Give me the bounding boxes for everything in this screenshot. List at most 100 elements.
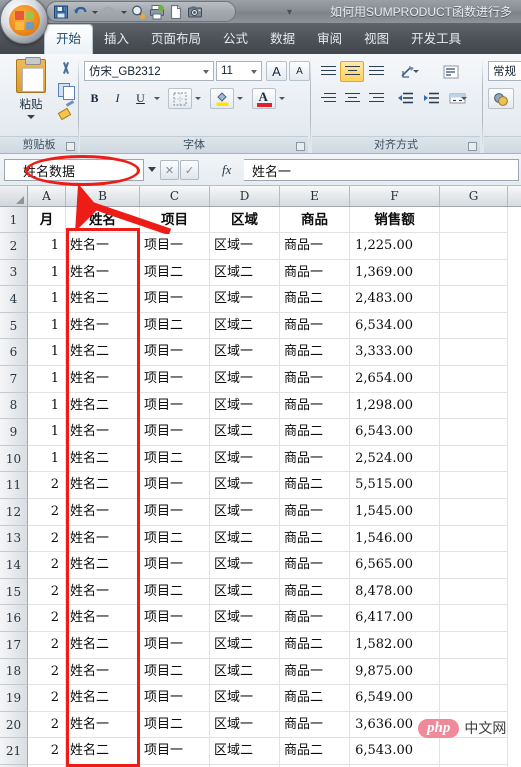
cell-a17[interactable]: 2 <box>28 632 66 659</box>
cell-a12[interactable]: 2 <box>28 499 66 526</box>
cell-g3[interactable] <box>440 259 508 287</box>
cell-b18[interactable]: 姓名一 <box>66 658 140 686</box>
cell-e15[interactable]: 商品二 <box>280 578 350 606</box>
row-header-18[interactable]: 18 <box>0 658 28 686</box>
cell-g5[interactable] <box>440 312 508 340</box>
cell-b3[interactable]: 姓名一 <box>66 259 140 287</box>
cell-g9[interactable] <box>440 419 508 446</box>
tab-developer[interactable]: 开发工具 <box>400 24 472 54</box>
cell-a20[interactable]: 2 <box>28 711 66 739</box>
cell-d5[interactable]: 区域二 <box>210 312 280 340</box>
cell-e14[interactable]: 商品一 <box>280 552 350 579</box>
grow-font-button[interactable]: A <box>266 61 287 81</box>
cell-b13[interactable]: 姓名一 <box>66 525 140 553</box>
cell-d21[interactable]: 区域二 <box>210 738 280 765</box>
row-header-1[interactable]: 1 <box>0 207 28 233</box>
row-header-17[interactable]: 17 <box>0 632 28 659</box>
cell-e13[interactable]: 商品二 <box>280 525 350 553</box>
cell-d16[interactable]: 区域一 <box>210 605 280 632</box>
cell-g21[interactable] <box>440 738 508 765</box>
cell-f10[interactable]: 2,524.00 <box>350 445 440 473</box>
cell-g19[interactable] <box>440 685 508 712</box>
cell-d1[interactable]: 区域 <box>210 207 280 233</box>
column-header-c[interactable]: C <box>140 186 210 206</box>
cut-icon[interactable] <box>58 61 75 78</box>
accounting-format-button[interactable] <box>488 88 514 109</box>
cell-c5[interactable]: 项目二 <box>140 312 210 340</box>
cell-d8[interactable]: 区域一 <box>210 392 280 420</box>
customize-qat-icon[interactable]: ▾ <box>287 7 292 18</box>
cell-f1[interactable]: 销售额 <box>350 207 440 233</box>
tab-page-layout[interactable]: 页面布局 <box>140 24 212 54</box>
number-format-field[interactable]: 常规 <box>488 61 521 81</box>
cell-a16[interactable]: 2 <box>28 605 66 632</box>
cell-e11[interactable]: 商品二 <box>280 472 350 499</box>
cell-f14[interactable]: 6,565.00 <box>350 552 440 579</box>
cell-a2[interactable]: 1 <box>28 233 66 260</box>
cell-e7[interactable]: 商品一 <box>280 366 350 393</box>
cell-g14[interactable] <box>440 552 508 579</box>
cell-g7[interactable] <box>440 366 508 393</box>
cell-a5[interactable]: 1 <box>28 312 66 340</box>
cell-f19[interactable]: 6,549.00 <box>350 685 440 712</box>
cell-e5[interactable]: 商品一 <box>280 312 350 340</box>
merge-center-button[interactable] <box>444 88 470 109</box>
cell-e8[interactable]: 商品一 <box>280 392 350 420</box>
decrease-indent-button[interactable] <box>392 88 418 109</box>
tab-view[interactable]: 视图 <box>353 24 400 54</box>
align-middle-button[interactable] <box>340 61 364 82</box>
cell-g13[interactable] <box>440 525 508 553</box>
cell-a7[interactable]: 1 <box>28 366 66 393</box>
font-size-field[interactable]: 11 <box>216 61 262 81</box>
fill-color-dropdown-button[interactable] <box>234 88 246 109</box>
cell-b14[interactable]: 姓名二 <box>66 552 140 579</box>
cell-d11[interactable]: 区域一 <box>210 472 280 499</box>
cell-d14[interactable]: 区域一 <box>210 552 280 579</box>
cell-g8[interactable] <box>440 392 508 420</box>
cell-c16[interactable]: 项目一 <box>140 605 210 632</box>
row-header-9[interactable]: 9 <box>0 419 28 446</box>
cell-f9[interactable]: 6,543.00 <box>350 419 440 446</box>
cell-b9[interactable]: 姓名一 <box>66 419 140 446</box>
underline-dropdown-button[interactable] <box>151 88 163 109</box>
cell-e19[interactable]: 商品二 <box>280 685 350 712</box>
cell-g17[interactable] <box>440 632 508 659</box>
cell-e2[interactable]: 商品一 <box>280 233 350 260</box>
borders-button[interactable] <box>168 88 192 109</box>
cell-c17[interactable]: 项目一 <box>140 632 210 659</box>
cell-f5[interactable]: 6,534.00 <box>350 312 440 340</box>
undo-dropdown-icon[interactable] <box>91 5 98 19</box>
cell-f21[interactable]: 6,543.00 <box>350 738 440 765</box>
cell-c15[interactable]: 项目二 <box>140 578 210 606</box>
cell-f15[interactable]: 8,478.00 <box>350 578 440 606</box>
cell-g1[interactable] <box>440 207 508 233</box>
cell-a21[interactable]: 2 <box>28 738 66 765</box>
name-box-dropdown-icon[interactable] <box>148 167 156 172</box>
cell-b6[interactable]: 姓名二 <box>66 339 140 366</box>
name-box[interactable]: 姓名数据 <box>4 159 144 181</box>
cell-c1[interactable]: 项目 <box>140 207 210 233</box>
cell-b5[interactable]: 姓名一 <box>66 312 140 340</box>
cell-c13[interactable]: 项目二 <box>140 525 210 553</box>
cell-b16[interactable]: 姓名一 <box>66 605 140 632</box>
cell-e16[interactable]: 商品一 <box>280 605 350 632</box>
font-name-field[interactable]: 仿宋_GB2312 <box>84 61 214 81</box>
formula-input[interactable]: 姓名一 <box>244 159 519 181</box>
bold-button[interactable]: B <box>84 88 105 109</box>
cell-b8[interactable]: 姓名二 <box>66 392 140 420</box>
cell-d13[interactable]: 区域二 <box>210 525 280 553</box>
cell-a11[interactable]: 2 <box>28 472 66 499</box>
cell-c14[interactable]: 项目一 <box>140 552 210 579</box>
camera-icon[interactable] <box>187 4 203 20</box>
cell-g18[interactable] <box>440 658 508 686</box>
cell-f7[interactable]: 2,654.00 <box>350 366 440 393</box>
cell-d7[interactable]: 区域一 <box>210 366 280 393</box>
cell-c7[interactable]: 项目一 <box>140 366 210 393</box>
row-header-15[interactable]: 15 <box>0 578 28 606</box>
row-header-13[interactable]: 13 <box>0 525 28 553</box>
column-header-d[interactable]: D <box>210 186 280 206</box>
cell-c10[interactable]: 项目二 <box>140 445 210 473</box>
font-color-dropdown-button[interactable] <box>276 88 288 109</box>
cell-g12[interactable] <box>440 499 508 526</box>
row-header-16[interactable]: 16 <box>0 605 28 632</box>
